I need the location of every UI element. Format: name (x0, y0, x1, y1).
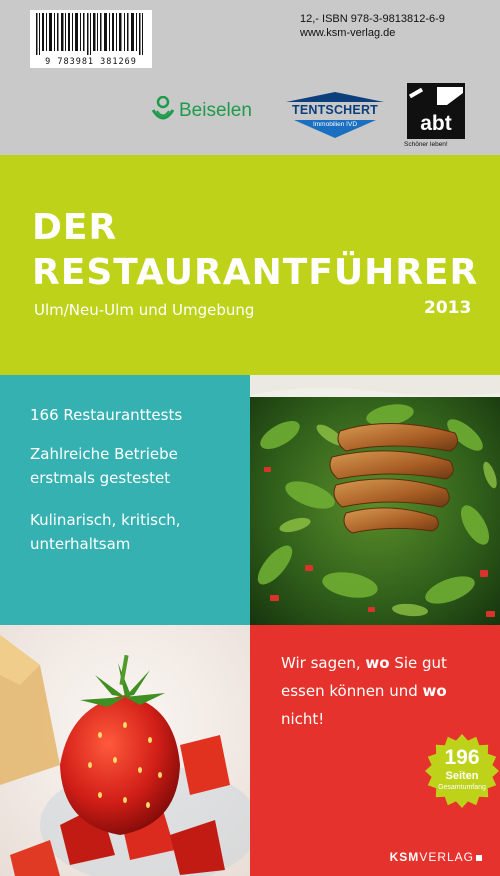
abt-tagline: Schöner leben! (404, 141, 448, 148)
top-band: 9 783981 381269 12,- ISBN 978-3-9813812-… (0, 0, 500, 155)
salad-photo (250, 375, 500, 625)
seal-number: 196 (444, 746, 480, 769)
features-panel: 166 Restauranttests Zahlreiche Betriebe … (0, 375, 250, 625)
abt-name: abt (420, 112, 452, 135)
strawberry-photo (0, 625, 250, 876)
abt-logo: abt (407, 83, 465, 139)
website: www.ksm-verlag.de (300, 27, 396, 39)
seal-sub: Gesamtumfang (438, 784, 486, 791)
barcode-bars (36, 13, 143, 55)
title-line-1: DER (32, 207, 118, 248)
feature-item: Kulinarisch, kritisch, unterhaltsam (30, 511, 181, 553)
title-line-2: RESTAURANTFÜHRER (32, 252, 479, 293)
subtitle: Ulm/Neu-Ulm und Umgebung (34, 301, 255, 319)
isbn-info: 12,- ISBN 978-3-9813812-6-9 www.ksm-verl… (300, 12, 445, 40)
barcode: 9 783981 381269 (30, 10, 152, 68)
publisher-logo: KSMVERLAG (390, 850, 482, 864)
year: 2013 (424, 298, 472, 318)
feature-item: 166 Restauranttests (30, 406, 183, 424)
title-band: DER RESTAURANTFÜHRER Ulm/Neu-Ulm und Umg… (0, 155, 500, 375)
tentschert-logo: TENTSCHERT Immobilien IVD (280, 90, 390, 140)
tentschert-sub: Immobilien IVD (312, 121, 358, 128)
feature-item: Zahlreiche Betriebe erstmals gestestet (30, 445, 178, 487)
seal-label: Seiten (445, 770, 479, 782)
publisher-dot-icon (476, 855, 482, 861)
beiselen-leaf-icon (151, 96, 175, 120)
book-cover: 9 783981 381269 12,- ISBN 978-3-9813812-… (0, 0, 500, 876)
beiselen-logo: Beiselen (150, 96, 252, 126)
price-isbn: 12,- ISBN 978-3-9813812-6-9 (300, 13, 445, 25)
slogan: Wir sagen, wo Sie gut essen können und w… (281, 654, 447, 728)
beiselen-name: Beiselen (179, 100, 252, 121)
tentschert-name: TENTSCHERT (291, 103, 379, 117)
slogan-panel: Wir sagen, wo Sie gut essen können und w… (250, 625, 500, 876)
barcode-number: 9 783981 381269 (45, 57, 137, 67)
